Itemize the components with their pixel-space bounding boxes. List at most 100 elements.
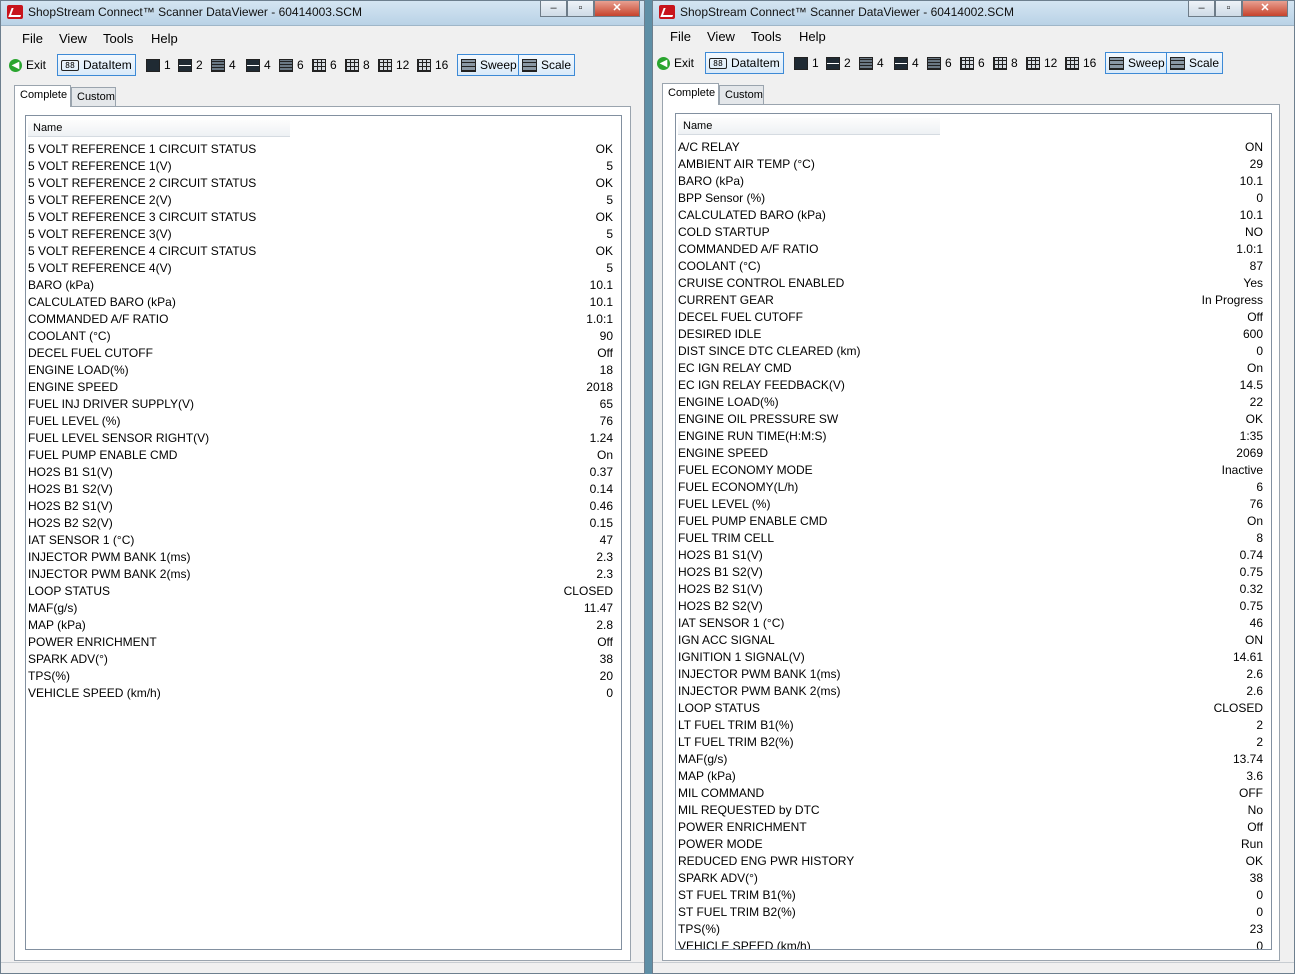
layout-12-button[interactable]: 12	[378, 54, 409, 76]
menu-file[interactable]: File	[22, 31, 43, 46]
list-item[interactable]: IAT SENSOR 1 (°C) 46	[678, 614, 1263, 631]
list-item[interactable]: 5 VOLT REFERENCE 3(V) 5	[28, 225, 613, 242]
list-item[interactable]: DIST SINCE DTC CLEARED (km) 0	[678, 342, 1263, 359]
list-item[interactable]: FUEL TRIM CELL 8	[678, 529, 1263, 546]
list-item[interactable]: DECEL FUEL CUTOFF Off	[678, 308, 1263, 325]
list-item[interactable]: FUEL PUMP ENABLE CMD On	[678, 512, 1263, 529]
list-item[interactable]: MIL COMMAND OFF	[678, 784, 1263, 801]
layout-8-button[interactable]: 8	[993, 52, 1018, 74]
layout-6-rows-button[interactable]: 6	[279, 54, 304, 76]
list-item[interactable]: POWER MODE Run	[678, 835, 1263, 852]
list-item[interactable]: 5 VOLT REFERENCE 2 CIRCUIT STATUS OK	[28, 174, 613, 191]
list-item[interactable]: ENGINE SPEED 2018	[28, 378, 613, 395]
menu-view[interactable]: View	[707, 29, 735, 44]
list-item[interactable]: BPP Sensor (%) 0	[678, 189, 1263, 206]
column-header-name[interactable]: Name	[28, 120, 290, 137]
list-item[interactable]: VEHICLE SPEED (km/h) 0	[678, 937, 1263, 950]
list-item[interactable]: IGNITION 1 SIGNAL(V) 14.61	[678, 648, 1263, 665]
list-item[interactable]: INJECTOR PWM BANK 2(ms) 2.3	[28, 565, 613, 582]
tab-custom[interactable]: Custom	[71, 87, 116, 106]
list-item[interactable]: DECEL FUEL CUTOFF Off	[28, 344, 613, 361]
list-item[interactable]: MAF(g/s) 13.74	[678, 750, 1263, 767]
minimize-button[interactable]: –	[540, 1, 567, 17]
list-item[interactable]: INJECTOR PWM BANK 1(ms) 2.6	[678, 665, 1263, 682]
column-header-name[interactable]: Name	[678, 118, 940, 135]
sweep-button[interactable]: Sweep	[1105, 52, 1169, 74]
list-item[interactable]: EC IGN RELAY FEEDBACK(V) 14.5	[678, 376, 1263, 393]
layout-12-button[interactable]: 12	[1026, 52, 1057, 74]
list-item[interactable]: ST FUEL TRIM B1(%) 0	[678, 886, 1263, 903]
list-item[interactable]: ENGINE LOAD(%) 18	[28, 361, 613, 378]
list-item[interactable]: LOOP STATUS CLOSED	[678, 699, 1263, 716]
list-item[interactable]: HO2S B2 S1(V) 0.32	[678, 580, 1263, 597]
exit-button[interactable]: ◀ Exit	[657, 52, 694, 74]
layout-4-grid-button[interactable]: 4	[246, 54, 271, 76]
list-item[interactable]: FUEL LEVEL (%) 76	[678, 495, 1263, 512]
list-item[interactable]: COOLANT (°C) 87	[678, 257, 1263, 274]
list-item[interactable]: SPARK ADV(°) 38	[28, 650, 613, 667]
list-item[interactable]: FUEL PUMP ENABLE CMD On	[28, 446, 613, 463]
list-item[interactable]: INJECTOR PWM BANK 1(ms) 2.3	[28, 548, 613, 565]
list-item[interactable]: BARO (kPa) 10.1	[678, 172, 1263, 189]
layout-2-button[interactable]: 2	[826, 52, 851, 74]
list-item[interactable]: REDUCED ENG PWR HISTORY OK	[678, 852, 1263, 869]
list-item[interactable]: MAP (kPa) 2.8	[28, 616, 613, 633]
list-item[interactable]: ENGINE RUN TIME(H:M:S) 1:35	[678, 427, 1263, 444]
dataitem-button[interactable]: 88 DataItem	[57, 54, 136, 76]
tab-complete[interactable]: Complete	[14, 85, 71, 107]
list-item[interactable]: AMBIENT AIR TEMP (°C) 29	[678, 155, 1263, 172]
list-item[interactable]: COLD STARTUP NO	[678, 223, 1263, 240]
list-item[interactable]: MAF(g/s) 11.47	[28, 599, 613, 616]
list-item[interactable]: CALCULATED BARO (kPa) 10.1	[28, 293, 613, 310]
list-item[interactable]: COMMANDED A/F RATIO 1.0:1	[28, 310, 613, 327]
list-item[interactable]: IAT SENSOR 1 (°C) 47	[28, 531, 613, 548]
list-item[interactable]: 5 VOLT REFERENCE 4(V) 5	[28, 259, 613, 276]
layout-6-grid-button[interactable]: 6	[312, 54, 337, 76]
list-item[interactable]: 5 VOLT REFERENCE 3 CIRCUIT STATUS OK	[28, 208, 613, 225]
list-item[interactable]: HO2S B2 S1(V) 0.46	[28, 497, 613, 514]
list-item[interactable]: TPS(%) 20	[28, 667, 613, 684]
exit-button[interactable]: ◀ Exit	[9, 54, 46, 76]
list-item[interactable]: A/C RELAY ON	[678, 138, 1263, 155]
list-item[interactable]: INJECTOR PWM BANK 2(ms) 2.6	[678, 682, 1263, 699]
layout-6-grid-button[interactable]: 6	[960, 52, 985, 74]
list-item[interactable]: TPS(%) 23	[678, 920, 1263, 937]
list-item[interactable]: FUEL ECONOMY MODE Inactive	[678, 461, 1263, 478]
list-item[interactable]: COMMANDED A/F RATIO 1.0:1	[678, 240, 1263, 257]
dataitem-button[interactable]: 88 DataItem	[705, 52, 784, 74]
layout-16-button[interactable]: 16	[1065, 52, 1096, 74]
layout-6-rows-button[interactable]: 6	[927, 52, 952, 74]
layout-8-button[interactable]: 8	[345, 54, 370, 76]
tab-complete[interactable]: Complete	[662, 83, 719, 105]
menu-help[interactable]: Help	[151, 31, 178, 46]
list-item[interactable]: LT FUEL TRIM B2(%) 2	[678, 733, 1263, 750]
list-item[interactable]: 5 VOLT REFERENCE 1 CIRCUIT STATUS OK	[28, 140, 613, 157]
list-item[interactable]: 5 VOLT REFERENCE 2(V) 5	[28, 191, 613, 208]
list-item[interactable]: ENGINE OIL PRESSURE SW OK	[678, 410, 1263, 427]
list-item[interactable]: BARO (kPa) 10.1	[28, 276, 613, 293]
layout-4-rows-button[interactable]: 4	[211, 54, 236, 76]
list-item[interactable]: CALCULATED BARO (kPa) 10.1	[678, 206, 1263, 223]
list-item[interactable]: ST FUEL TRIM B2(%) 0	[678, 903, 1263, 920]
layout-1-button[interactable]: 1	[794, 52, 819, 74]
list-item[interactable]: EC IGN RELAY CMD On	[678, 359, 1263, 376]
list-item[interactable]: VEHICLE SPEED (km/h) 0	[28, 684, 613, 701]
title-bar[interactable]: ShopStream Connect™ Scanner DataViewer -…	[653, 1, 1294, 26]
list-item[interactable]: 5 VOLT REFERENCE 4 CIRCUIT STATUS OK	[28, 242, 613, 259]
list-item[interactable]: ENGINE LOAD(%) 22	[678, 393, 1263, 410]
list-item[interactable]: ENGINE SPEED 2069	[678, 444, 1263, 461]
list-item[interactable]: HO2S B1 S1(V) 0.74	[678, 546, 1263, 563]
list-item[interactable]: CRUISE CONTROL ENABLED Yes	[678, 274, 1263, 291]
list-item[interactable]: CURRENT GEAR In Progress	[678, 291, 1263, 308]
list-item[interactable]: LOOP STATUS CLOSED	[28, 582, 613, 599]
menu-tools[interactable]: Tools	[751, 29, 781, 44]
sweep-button[interactable]: Sweep	[457, 54, 521, 76]
list-item[interactable]: MIL REQUESTED by DTC No	[678, 801, 1263, 818]
layout-4-grid-button[interactable]: 4	[894, 52, 919, 74]
layout-16-button[interactable]: 16	[417, 54, 448, 76]
list-item[interactable]: HO2S B2 S2(V) 0.15	[28, 514, 613, 531]
layout-4-rows-button[interactable]: 4	[859, 52, 884, 74]
list-item[interactable]: POWER ENRICHMENT Off	[678, 818, 1263, 835]
list-item[interactable]: LT FUEL TRIM B1(%) 2	[678, 716, 1263, 733]
close-button[interactable]: ✕	[1242, 1, 1288, 17]
